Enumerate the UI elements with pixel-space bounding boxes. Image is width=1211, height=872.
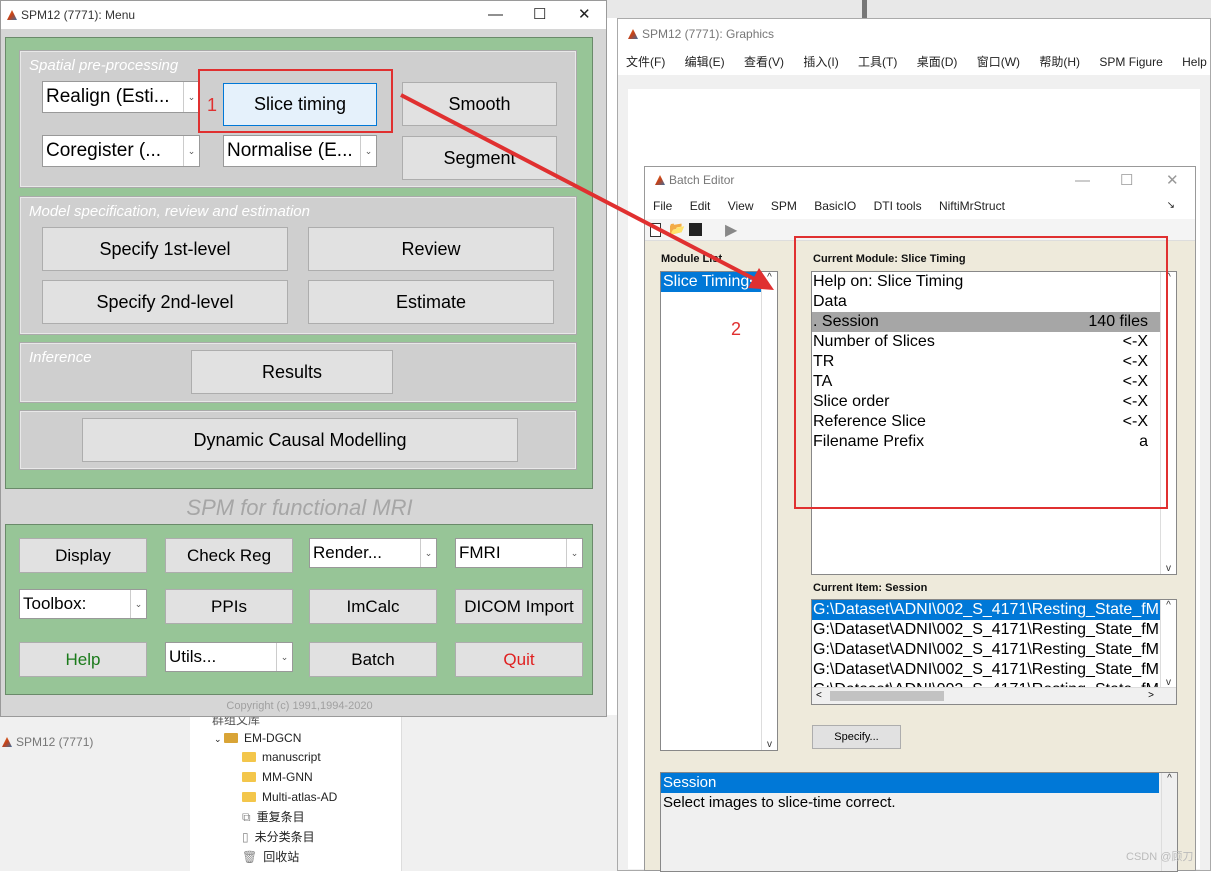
watermark: CSDN @顾刀 bbox=[1126, 851, 1194, 863]
arrow-line bbox=[400, 93, 761, 284]
annotation-arrow bbox=[400, 93, 774, 290]
